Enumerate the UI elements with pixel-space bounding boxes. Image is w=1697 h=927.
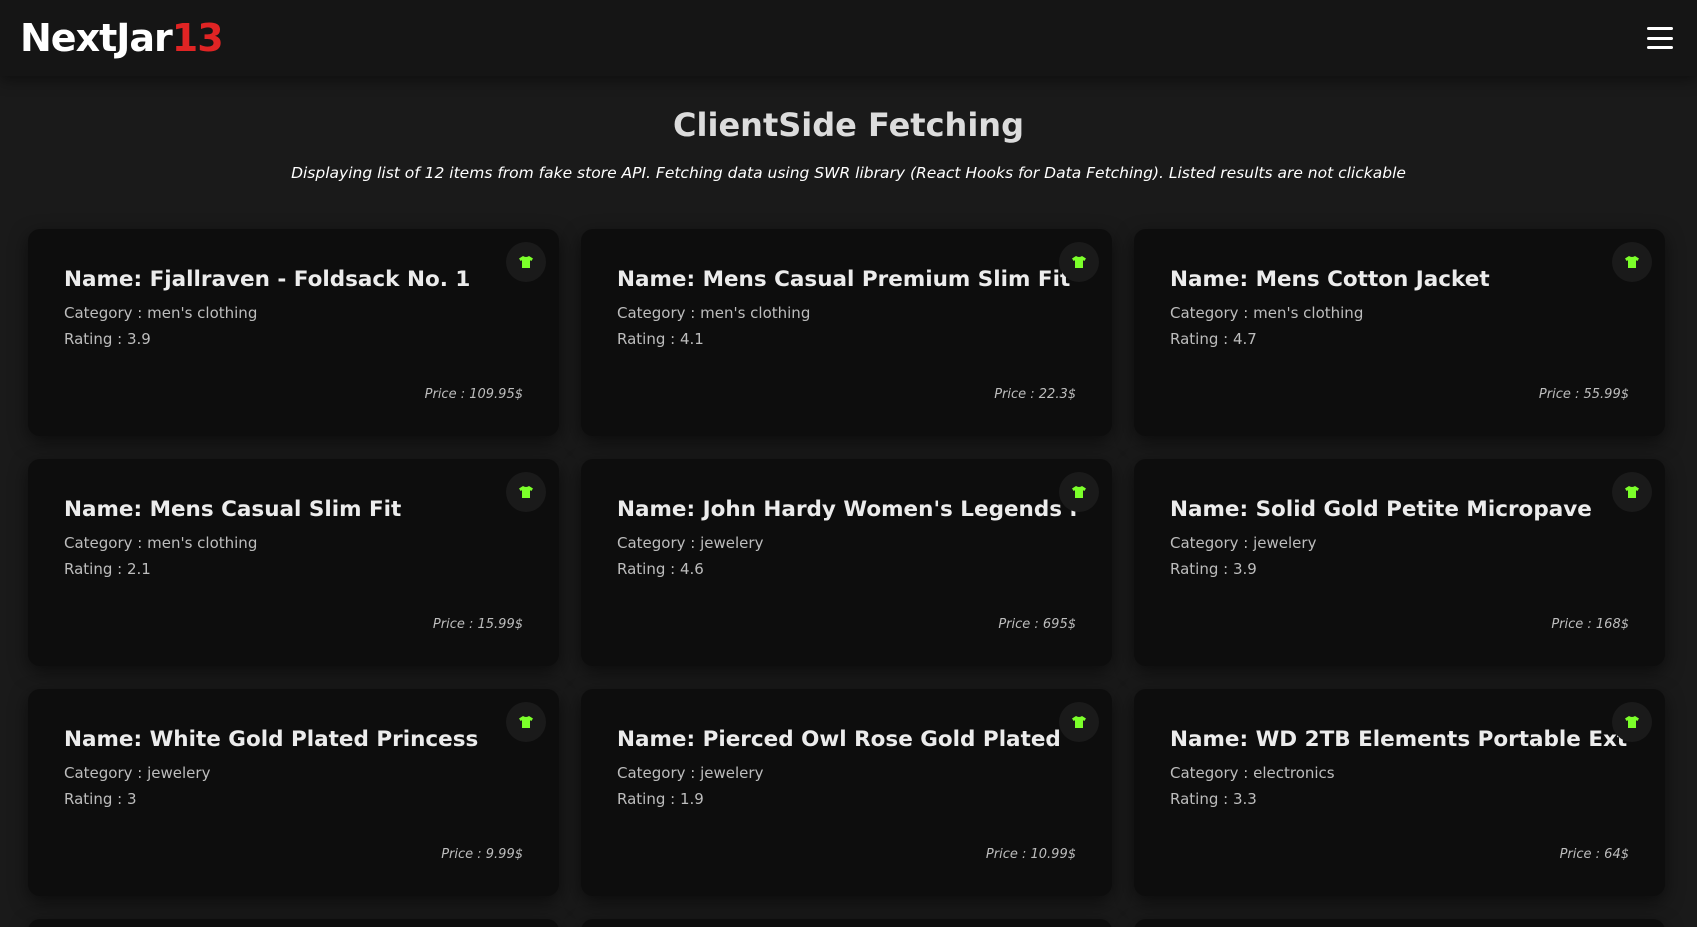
product-name: Name: White Gold Plated Princess — [64, 727, 479, 753]
product-price: Price : 55.99$ — [1538, 387, 1629, 403]
product-price: Price : 695$ — [998, 617, 1076, 633]
product-card: Name: John Hardy Women's Legends N Categ… — [581, 459, 1112, 667]
product-name: Name: Solid Gold Petite Micropave — [1170, 497, 1592, 523]
product-name: Name: Fjallraven - Foldsack No. 1 — [64, 267, 471, 293]
product-price: Price : 168$ — [1551, 617, 1629, 633]
product-rating: Rating : 3 — [64, 790, 137, 809]
product-name: Name: Mens Casual Premium Slim Fit — [617, 267, 1071, 293]
shirt-icon — [506, 472, 546, 513]
product-card: Name: WD 2TB Elements Portable Ext Categ… — [1134, 689, 1665, 897]
product-name: Name: Mens Casual Slim Fit — [64, 497, 402, 523]
product-card: Name: Mens Cotton Jacket Category : men'… — [1134, 229, 1665, 437]
product-price: Price : 109.95$ — [424, 387, 523, 403]
product-rating: Rating : 3.9 — [64, 330, 151, 349]
product-category: Category : men's clothing — [64, 304, 258, 323]
product-card: Name: White Gold Plated Princess Categor… — [28, 689, 559, 897]
shirt-icon — [506, 702, 546, 743]
product-card: Name: Mens Casual Premium Slim Fit Categ… — [581, 229, 1112, 437]
product-rating: Rating : 2.1 — [64, 560, 151, 579]
product-card: Name: Solid Gold Petite Micropave Catego… — [1134, 459, 1665, 667]
shirt-icon — [1059, 472, 1099, 513]
product-category: Category : jewelery — [64, 764, 211, 783]
product-category: Category : jewelery — [617, 534, 764, 553]
product-name: Name: John Hardy Women's Legends N — [617, 497, 1076, 523]
product-rating: Rating : 3.3 — [1170, 790, 1257, 809]
product-category: Category : jewelery — [1170, 534, 1317, 553]
product-card: Name: Mens Casual Slim Fit Category : me… — [28, 459, 559, 667]
product-price: Price : 64$ — [1559, 847, 1629, 863]
brand-logo[interactable]: NextJar13 — [20, 16, 224, 60]
product-card: Name: Fjallraven - Foldsack No. 1 Catego… — [28, 229, 559, 437]
navbar: NextJar13 — [0, 0, 1697, 76]
main-content: ClientSide Fetching Displaying list of 1… — [0, 76, 1697, 927]
product-category: Category : men's clothing — [1170, 304, 1364, 323]
product-price: Price : 15.99$ — [432, 617, 523, 633]
product-rating: Rating : 4.7 — [1170, 330, 1257, 349]
product-rating: Rating : 3.9 — [1170, 560, 1257, 579]
product-rating: Rating : 4.1 — [617, 330, 704, 349]
hamburger-menu-icon[interactable] — [1647, 27, 1673, 49]
page-description: Displaying list of 12 items from fake st… — [291, 164, 1406, 183]
shirt-icon — [506, 242, 546, 283]
shirt-icon — [1059, 242, 1099, 283]
product-rating: Rating : 1.9 — [617, 790, 704, 809]
shirt-icon — [1612, 702, 1652, 743]
product-name: Name: Mens Cotton Jacket — [1170, 267, 1490, 293]
shirt-icon — [1612, 242, 1652, 283]
product-grid-next-row — [28, 919, 1669, 927]
product-category: Category : jewelery — [617, 764, 764, 783]
product-name: Name: WD 2TB Elements Portable Ext — [1170, 727, 1628, 753]
brand-accent: 13 — [171, 16, 224, 60]
product-rating: Rating : 4.6 — [617, 560, 704, 579]
page-title: ClientSide Fetching — [673, 106, 1024, 144]
product-category: Category : men's clothing — [617, 304, 811, 323]
product-price: Price : 22.3$ — [994, 387, 1076, 403]
shirt-icon — [1059, 702, 1099, 743]
product-card-partial — [581, 919, 1112, 927]
product-card-partial — [1134, 919, 1665, 927]
shirt-icon — [1612, 472, 1652, 513]
product-category: Category : electronics — [1170, 764, 1335, 783]
brand-text: NextJar — [20, 16, 173, 60]
product-price: Price : 9.99$ — [441, 847, 523, 863]
product-grid: Name: Fjallraven - Foldsack No. 1 Catego… — [28, 229, 1669, 897]
product-name: Name: Pierced Owl Rose Gold Plated — [617, 727, 1061, 753]
product-card-partial — [28, 919, 559, 927]
product-card: Name: Pierced Owl Rose Gold Plated Categ… — [581, 689, 1112, 897]
product-category: Category : men's clothing — [64, 534, 258, 553]
product-price: Price : 10.99$ — [985, 847, 1076, 863]
